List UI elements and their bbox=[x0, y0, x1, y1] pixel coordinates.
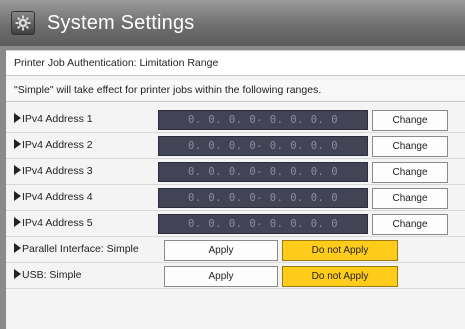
parallel-do-not-apply-button[interactable]: Do not Apply bbox=[282, 240, 398, 261]
ipv4-address-3-change-button[interactable]: Change bbox=[372, 162, 448, 183]
parallel-interface-text: Parallel Interface: Simple bbox=[22, 243, 139, 255]
usb-label: USB: Simple bbox=[14, 269, 82, 281]
parallel-apply-button[interactable]: Apply bbox=[164, 240, 278, 261]
arrow-right-icon bbox=[14, 113, 21, 123]
ipv4-address-2-change-button[interactable]: Change bbox=[372, 136, 448, 157]
ipv4-address-4-label: IPv4 Address 4 bbox=[14, 191, 93, 203]
arrow-right-icon bbox=[14, 165, 21, 175]
ipv4-address-1-label: IPv4 Address 1 bbox=[14, 113, 93, 125]
ipv4-address-1-text: IPv4 Address 1 bbox=[22, 113, 93, 125]
usb-do-not-apply-button[interactable]: Do not Apply bbox=[282, 266, 398, 287]
arrow-right-icon bbox=[14, 139, 21, 149]
ipv4-address-1-row: IPv4 Address 1 0. 0. 0. 0- 0. 0. 0. 0 Ch… bbox=[6, 107, 465, 133]
ipv4-address-5-text: IPv4 Address 5 bbox=[22, 217, 93, 229]
ipv4-address-5-row: IPv4 Address 5 0. 0. 0. 0- 0. 0. 0. 0 Ch… bbox=[6, 211, 465, 237]
ipv4-address-2-text: IPv4 Address 2 bbox=[22, 139, 93, 151]
arrow-right-icon bbox=[14, 217, 21, 227]
ipv4-address-5-change-button[interactable]: Change bbox=[372, 214, 448, 235]
page-title: Printer Job Authentication: Limitation R… bbox=[6, 51, 465, 76]
settings-list: IPv4 Address 1 0. 0. 0. 0- 0. 0. 0. 0 Ch… bbox=[6, 107, 465, 289]
ipv4-address-5-field: 0. 0. 0. 0- 0. 0. 0. 0 bbox=[158, 214, 368, 234]
ipv4-address-1-field: 0. 0. 0. 0- 0. 0. 0. 0 bbox=[158, 110, 368, 130]
ipv4-address-3-text: IPv4 Address 3 bbox=[22, 165, 93, 177]
ipv4-address-2-row: IPv4 Address 2 0. 0. 0. 0- 0. 0. 0. 0 Ch… bbox=[6, 133, 465, 159]
arrow-right-icon bbox=[14, 243, 21, 253]
ipv4-address-1-change-button[interactable]: Change bbox=[372, 110, 448, 131]
usb-row: USB: Simple Apply Do not Apply bbox=[6, 263, 465, 289]
title-bar: System Settings bbox=[0, 0, 465, 46]
arrow-right-icon bbox=[14, 191, 21, 201]
usb-text: USB: Simple bbox=[22, 269, 82, 281]
settings-panel: Printer Job Authentication: Limitation R… bbox=[6, 50, 465, 329]
gear-icon bbox=[11, 11, 35, 35]
arrow-right-icon bbox=[14, 269, 21, 279]
ipv4-address-4-change-button[interactable]: Change bbox=[372, 188, 448, 209]
range-note: "Simple" will take effect for printer jo… bbox=[6, 80, 465, 102]
ipv4-address-3-label: IPv4 Address 3 bbox=[14, 165, 93, 177]
window-title: System Settings bbox=[47, 11, 195, 34]
ipv4-address-3-field: 0. 0. 0. 0- 0. 0. 0. 0 bbox=[158, 162, 368, 182]
ipv4-address-5-label: IPv4 Address 5 bbox=[14, 217, 93, 229]
ipv4-address-4-field: 0. 0. 0. 0- 0. 0. 0. 0 bbox=[158, 188, 368, 208]
ipv4-address-4-row: IPv4 Address 4 0. 0. 0. 0- 0. 0. 0. 0 Ch… bbox=[6, 185, 465, 211]
ipv4-address-2-label: IPv4 Address 2 bbox=[14, 139, 93, 151]
ipv4-address-2-field: 0. 0. 0. 0- 0. 0. 0. 0 bbox=[158, 136, 368, 156]
parallel-interface-row: Parallel Interface: Simple Apply Do not … bbox=[6, 237, 465, 263]
ipv4-address-4-text: IPv4 Address 4 bbox=[22, 191, 93, 203]
parallel-interface-label: Parallel Interface: Simple bbox=[14, 243, 139, 255]
usb-apply-button[interactable]: Apply bbox=[164, 266, 278, 287]
ipv4-address-3-row: IPv4 Address 3 0. 0. 0. 0- 0. 0. 0. 0 Ch… bbox=[6, 159, 465, 185]
